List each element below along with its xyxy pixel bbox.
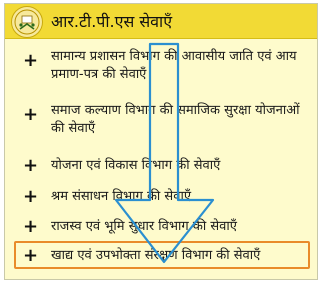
plus-icon: + [23, 216, 39, 237]
service-item-label[interactable]: सामान्य प्रशासन विभाग की आवासीय जाति एवं… [51, 48, 309, 84]
service-item-label[interactable]: समाज कल्याण विभाग की समाजिक सुरक्षा योजन… [51, 102, 309, 138]
plus-icon: + [23, 104, 39, 125]
plus-icon: + [23, 155, 39, 176]
plus-icon: + [23, 50, 39, 71]
service-item-label[interactable]: खाद्य एवं उपभोक्ता संरक्षण विभाग की सेवा… [51, 247, 309, 265]
service-item-label[interactable]: श्रम संसाधन विभाग की सेवाएँ [51, 188, 309, 206]
plus-icon: + [23, 186, 39, 207]
plus-icon: + [23, 245, 39, 266]
panel-header: आर.टी.पी.एस सेवाएँ [5, 4, 317, 39]
service-item-label[interactable]: राजस्व एवं भूमि सुधार विभाग की सेवाएँ [51, 218, 309, 236]
rtps-services-panel: आर.टी.पी.एस सेवाएँ + सामान्य प्रशासन विभ… [4, 3, 318, 280]
bihar-emblem-icon [11, 6, 43, 38]
panel-title: आर.टी.पी.एस सेवाएँ [51, 12, 173, 31]
service-item-label[interactable]: योजना एवं विकास विभाग की सेवाएँ [51, 157, 309, 175]
